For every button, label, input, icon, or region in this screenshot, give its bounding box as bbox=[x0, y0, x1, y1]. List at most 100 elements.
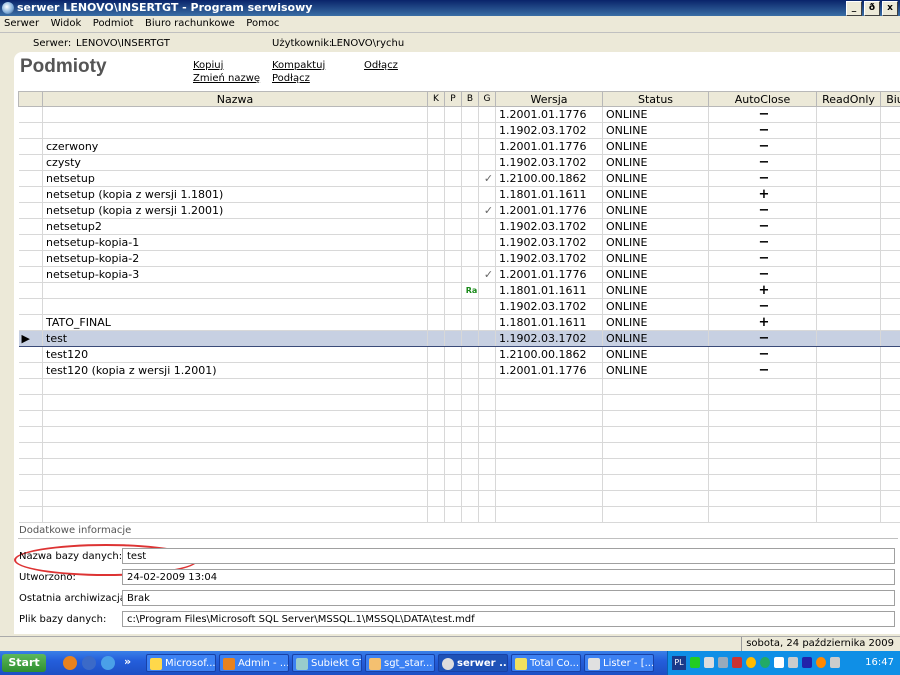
row-k bbox=[427, 314, 445, 331]
header-k[interactable]: K bbox=[427, 91, 445, 107]
task-sgt-star[interactable]: sgt_star... bbox=[365, 654, 435, 672]
row-name: netsetup (kopia z wersji 1.2001) bbox=[42, 202, 428, 219]
tray-orange-icon[interactable] bbox=[816, 657, 826, 668]
tray-monitor-icon[interactable] bbox=[718, 657, 728, 668]
start-button[interactable]: Start bbox=[2, 654, 46, 672]
header-p[interactable]: P bbox=[444, 91, 462, 107]
row-readonly bbox=[816, 202, 881, 219]
header-b[interactable]: B bbox=[461, 91, 479, 107]
tray-blue-icon[interactable] bbox=[802, 657, 812, 668]
task-microsoft[interactable]: Microsof... bbox=[146, 654, 216, 672]
row-autoclose[interactable]: − bbox=[708, 330, 817, 347]
header-name[interactable]: Nazwa bbox=[42, 91, 428, 107]
task-admin[interactable]: Admin - ... bbox=[219, 654, 289, 672]
more-icon[interactable]: » bbox=[124, 655, 131, 668]
created-field[interactable]: 24-02-2009 13:04 bbox=[122, 569, 895, 585]
row-p bbox=[444, 362, 462, 379]
table-row[interactable]: netsetup-kopia-3 ✓ 1.2001.01.1776 ONLINE − bbox=[18, 266, 900, 283]
firefox-icon[interactable] bbox=[63, 656, 77, 670]
row-status: ONLINE bbox=[602, 106, 709, 123]
row-b bbox=[461, 202, 479, 219]
db-name-field[interactable]: test bbox=[122, 548, 895, 564]
table-row[interactable]: netsetup (kopia z wersji 1.1801) 1.1801.0… bbox=[18, 186, 900, 203]
header-biuro[interactable]: Biuro bbox=[880, 91, 900, 107]
row-autoclose[interactable]: − bbox=[708, 170, 817, 187]
tray-skype-icon[interactable] bbox=[774, 657, 784, 668]
rename-link[interactable]: Zmień nazwę bbox=[193, 73, 260, 84]
table-row[interactable]: test120 (kopia z wersji 1.2001) 1.2001.01… bbox=[18, 362, 900, 379]
restore-button[interactable]: ð bbox=[864, 1, 880, 16]
table-row[interactable]: Ra 1.1801.01.1611 ONLINE + bbox=[18, 282, 900, 299]
header-autoclose[interactable]: AutoClose bbox=[708, 91, 817, 107]
thunderbird-icon[interactable] bbox=[82, 656, 96, 670]
header-status[interactable]: Status bbox=[602, 91, 709, 107]
row-autoclose[interactable]: − bbox=[708, 266, 817, 283]
row-autoclose[interactable]: − bbox=[708, 250, 817, 267]
row-version: 1.2001.01.1776 bbox=[495, 362, 603, 379]
archive-field[interactable]: Brak bbox=[122, 590, 895, 606]
row-autoclose[interactable]: − bbox=[708, 138, 817, 155]
row-version: 1.2001.01.1776 bbox=[495, 202, 603, 219]
row-autoclose[interactable]: − bbox=[708, 106, 817, 123]
tray-update-icon[interactable] bbox=[760, 657, 770, 668]
table-row[interactable]: ▶ test 1.1902.03.1702 ONLINE − bbox=[18, 330, 900, 347]
header-version[interactable]: Wersja bbox=[495, 91, 603, 107]
tray-network-icon[interactable] bbox=[704, 657, 714, 668]
row-autoclose[interactable]: − bbox=[708, 218, 817, 235]
compact-link[interactable]: Kompaktuj bbox=[272, 60, 325, 71]
row-autoclose[interactable]: − bbox=[708, 362, 817, 379]
attach-link[interactable]: Podłącz bbox=[272, 73, 310, 84]
row-version: 1.2001.01.1776 bbox=[495, 106, 603, 123]
task-serwer[interactable]: serwer ... bbox=[438, 654, 508, 672]
menu-serwer[interactable]: Serwer bbox=[0, 16, 43, 32]
table-row[interactable]: netsetup2 1.1902.03.1702 ONLINE − bbox=[18, 218, 900, 235]
close-button[interactable]: x bbox=[882, 1, 898, 16]
row-autoclose[interactable]: + bbox=[708, 186, 817, 203]
row-autoclose[interactable]: − bbox=[708, 202, 817, 219]
table-row[interactable]: TATO_FINAL 1.1801.01.1611 ONLINE + bbox=[18, 314, 900, 331]
row-autoclose[interactable]: − bbox=[708, 154, 817, 171]
table-row[interactable]: czerwony 1.2001.01.1776 ONLINE − bbox=[18, 138, 900, 155]
menu-pomoc[interactable]: Pomoc bbox=[242, 16, 283, 32]
empty-cell bbox=[427, 394, 445, 411]
row-autoclose[interactable]: − bbox=[708, 234, 817, 251]
task-subiekt[interactable]: Subiekt GT bbox=[292, 654, 362, 672]
menu-podmiot[interactable]: Podmiot bbox=[89, 16, 138, 32]
tray-shield-icon[interactable] bbox=[746, 657, 756, 668]
table-row[interactable]: 1.1902.03.1702 ONLINE − bbox=[18, 122, 900, 139]
row-status: ONLINE bbox=[602, 170, 709, 187]
language-indicator[interactable]: PL bbox=[672, 656, 686, 670]
header-g[interactable]: G bbox=[478, 91, 496, 107]
detach-link[interactable]: Odłącz bbox=[364, 60, 398, 71]
row-autoclose[interactable]: + bbox=[708, 282, 817, 299]
row-autoclose[interactable]: − bbox=[708, 122, 817, 139]
table-row[interactable]: test120 1.2100.00.1862 ONLINE − bbox=[18, 346, 900, 363]
tray-speaker-icon[interactable] bbox=[788, 657, 798, 668]
task-total-commander[interactable]: Total Co... bbox=[511, 654, 581, 672]
user-value: LENOVO\rychu bbox=[331, 38, 405, 49]
header-readonly[interactable]: ReadOnly bbox=[816, 91, 881, 107]
table-row[interactable]: netsetup (kopia z wersji 1.2001) ✓ 1.2001.… bbox=[18, 202, 900, 219]
task-lister[interactable]: Lister - [... bbox=[584, 654, 654, 672]
table-row[interactable]: netsetup-kopia-2 1.1902.03.1702 ONLINE − bbox=[18, 250, 900, 267]
menu-widok[interactable]: Widok bbox=[47, 16, 86, 32]
tray-red-icon[interactable] bbox=[732, 657, 742, 668]
table-row[interactable]: netsetup-kopia-1 1.1902.03.1702 ONLINE − bbox=[18, 234, 900, 251]
ie-icon[interactable] bbox=[101, 656, 115, 670]
table-row[interactable]: 1.2001.01.1776 ONLINE − bbox=[18, 106, 900, 123]
table-row[interactable]: czysty 1.1902.03.1702 ONLINE − bbox=[18, 154, 900, 171]
empty-cell bbox=[444, 394, 462, 411]
table-row[interactable]: netsetup ✓ 1.2100.00.1862 ONLINE − bbox=[18, 170, 900, 187]
menu-biuro[interactable]: Biuro rachunkowe bbox=[141, 16, 239, 32]
empty-cell bbox=[478, 474, 496, 491]
table-row[interactable]: 1.1902.03.1702 ONLINE − bbox=[18, 298, 900, 315]
row-autoclose[interactable]: + bbox=[708, 314, 817, 331]
tray-misc-icon[interactable] bbox=[830, 657, 840, 668]
copy-link[interactable]: Kopiuj bbox=[193, 60, 223, 71]
minimize-button[interactable]: _ bbox=[846, 1, 862, 16]
tray-green-icon[interactable] bbox=[690, 657, 700, 668]
row-readonly bbox=[816, 362, 881, 379]
row-autoclose[interactable]: − bbox=[708, 298, 817, 315]
file-field[interactable]: c:\Program Files\Microsoft SQL Server\MS… bbox=[122, 611, 895, 627]
row-autoclose[interactable]: − bbox=[708, 346, 817, 363]
